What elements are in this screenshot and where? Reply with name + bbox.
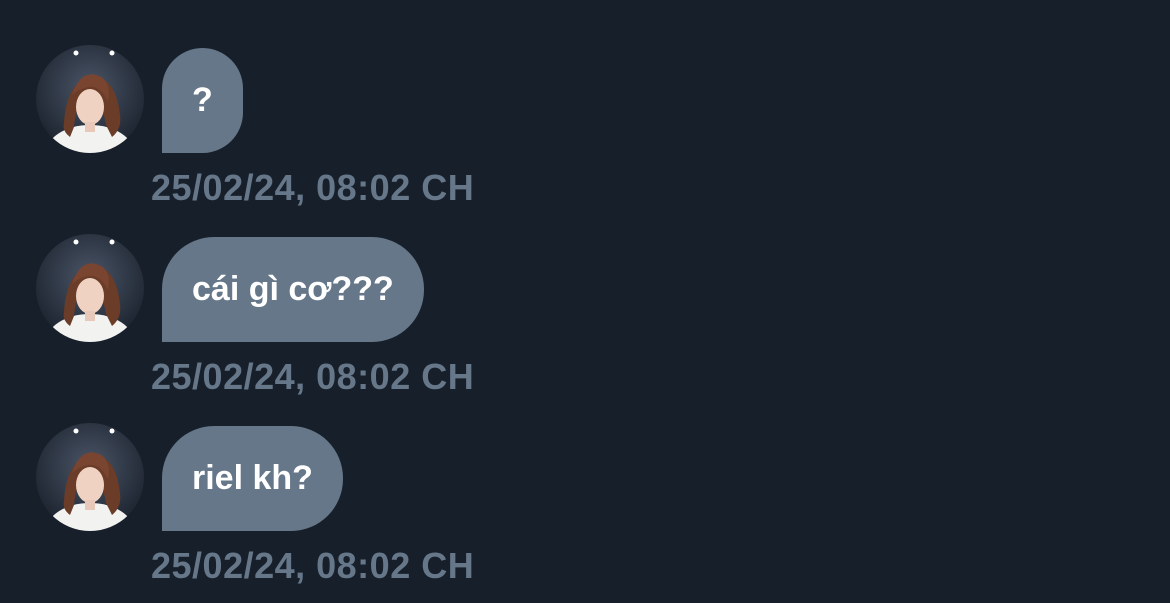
message-bubble[interactable]: ? [162,48,243,153]
message-row: cái gì cơ??? 25/02/24, 08:02 CH [0,189,1170,397]
conversation-thread: ? 25/02/24, 08:02 CH cái gì cơ??? 25/02/… [0,0,1170,603]
message-bubble[interactable]: cái gì cơ??? [162,237,424,342]
message-timestamp: 25/02/24, 08:02 CH [151,545,475,586]
message-row: ? 25/02/24, 08:02 CH [0,0,1170,208]
message-row: riel kh? 25/02/24, 08:02 CH [0,378,1170,586]
message-text: riel kh? [192,459,313,497]
message-bubble[interactable]: riel kh? [162,426,343,531]
message-text: cái gì cơ??? [192,270,394,308]
message-text: ? [192,81,213,119]
avatar-photo [36,423,144,531]
avatar-photo [36,234,144,342]
avatar-photo [36,45,144,153]
avatar[interactable] [36,234,144,342]
avatar[interactable] [36,45,144,153]
avatar[interactable] [36,423,144,531]
